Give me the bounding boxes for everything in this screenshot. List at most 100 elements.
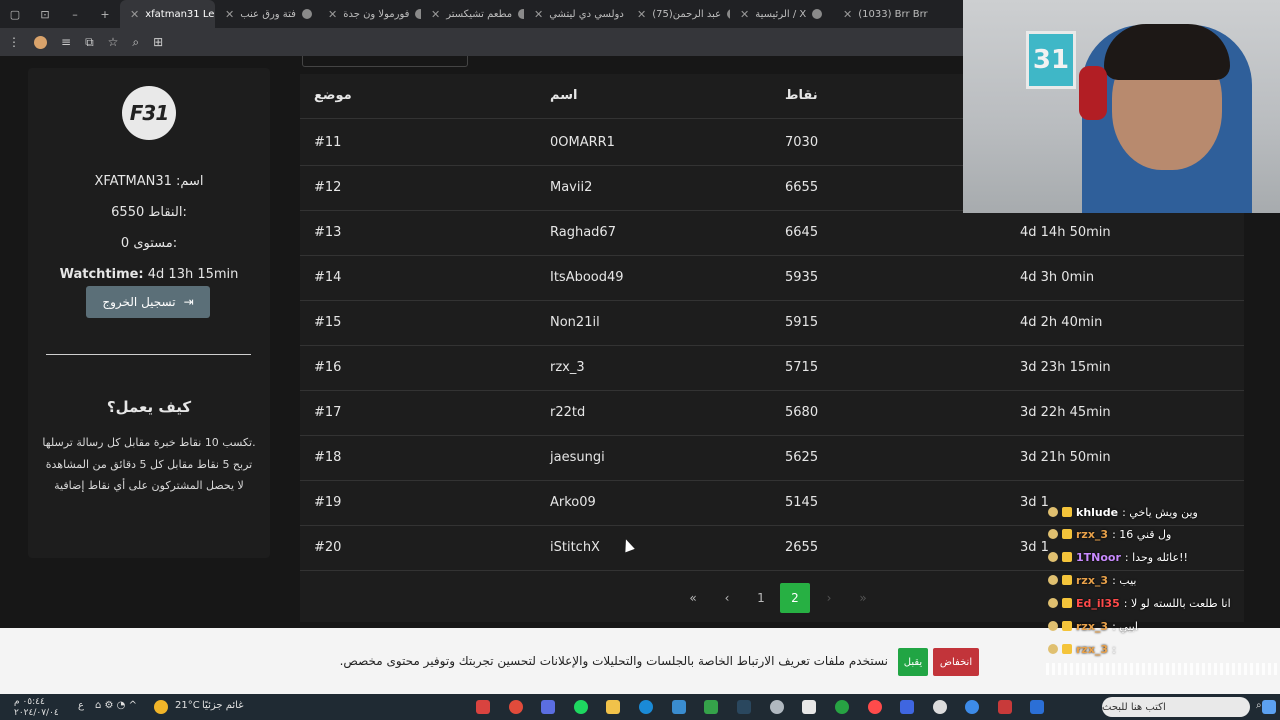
row-name: Arko09 [550,495,596,510]
close-tab-icon[interactable]: ✕ [740,8,749,21]
chrome-icon[interactable] [509,700,523,714]
cookie-accept-button[interactable]: يقبل [898,648,928,676]
new-tab-button[interactable]: + [90,8,120,21]
chat-badge-icon [1048,644,1058,654]
tab-7[interactable]: ✕ الرئيسية / X [730,0,833,28]
row-points: 2655 [785,540,819,555]
chat-text: : انا طلعت باللسته لو لا [1123,596,1231,610]
bookmark-star-icon[interactable]: ☆ [108,35,119,49]
next-page-button[interactable]: › [812,583,846,613]
spotify-icon[interactable] [574,700,588,714]
row-position: #19 [314,495,342,510]
row-time: 3d 23h 15min [1020,360,1111,375]
chat-message: rzx_3: 16 ول قني [1048,524,1171,544]
sub-badge-icon [1062,598,1072,608]
profile-points: 6550 النقاط: [111,205,187,220]
vscode-icon[interactable] [672,700,686,714]
weather-icon[interactable] [154,700,168,714]
sub-badge-icon [1062,575,1072,585]
how-line-2: تربح 5 نقاط مقابل كل 5 دقائق من المشاهدة [45,458,253,471]
row-name: r22td [550,405,586,420]
first-page-button[interactable]: « [676,583,710,613]
discord-icon[interactable] [541,700,555,714]
row-position: #17 [314,405,342,420]
chat-badge-icon [1048,529,1058,539]
start-icon[interactable] [1262,700,1276,714]
cookie-reduce-button[interactable]: انخفاض [933,648,979,676]
tab-8[interactable]: ✕ (1033) Brr Brr [833,0,936,28]
tab-favicon-icon [812,9,823,19]
weather-temp[interactable]: 21°C [175,700,200,711]
edge-icon[interactable] [639,700,653,714]
chat-badge-icon [1048,598,1058,608]
language-indicator[interactable]: ع [78,700,84,711]
chat-user: khlude [1076,505,1119,519]
row-name: ItsAbood49 [550,270,624,285]
store-icon[interactable] [802,700,816,714]
close-tab-icon[interactable]: ✕ [130,8,139,21]
chat-badge-icon [1048,621,1058,631]
tab-label: فورمولا ون جدة [343,8,410,20]
app-icon-5[interactable] [965,700,979,714]
translate-icon[interactable]: ⊞ [153,35,163,49]
steam-icon[interactable] [737,700,751,714]
sub-badge-icon [1062,552,1072,562]
row-name: 0OMARR1 [550,135,615,150]
zoom-icon[interactable]: ⌕ [132,35,139,50]
tab-6[interactable]: ✕ (75)عبد الرحمن [627,0,730,28]
close-tab-icon[interactable]: ✕ [534,8,543,21]
last-page-button[interactable]: » [846,583,880,613]
tab-3[interactable]: ✕ فورمولا ون جدة [318,0,421,28]
task-view-icon[interactable] [1030,700,1044,714]
close-tab-icon[interactable]: ✕ [843,8,852,21]
row-position: #13 [314,225,342,240]
tray-icons[interactable]: ⌂ ⚙ ◔ ^ [95,700,137,711]
close-tab-icon[interactable]: ✕ [431,8,440,21]
file-explorer-icon[interactable] [606,700,620,714]
page-1-button[interactable]: 1 [744,583,778,613]
close-tab-icon[interactable]: ✕ [225,8,234,21]
app-icon-2[interactable] [770,700,784,714]
tab-leaderboard[interactable]: ✕ xfatman31 Lea [120,0,215,28]
app-icon-6[interactable] [998,700,1012,714]
profile-sidebar: F31 XFATMAN31 :اسم 6550 النقاط: 0 مستوى:… [28,68,270,558]
window-menu-icon[interactable]: ▢ [0,8,30,21]
search-icon[interactable]: ⌕ [1256,700,1262,711]
minimize-icon[interactable]: – [60,8,90,21]
chat-message: Ed_il35: انا طلعت باللسته لو لا [1048,593,1231,613]
settings-icon[interactable] [933,700,947,714]
menu-dots-icon[interactable]: ⋮ [8,35,20,49]
page-2-button[interactable]: 2 [780,583,810,613]
taskbar-search-input[interactable]: اكتب هنا للبحث [1102,697,1250,717]
tab-4[interactable]: ✕ مطعم تشيكستر [421,0,524,28]
app-icon-3[interactable] [868,700,882,714]
chat-user: rzx_3 [1076,619,1109,633]
row-points: 6645 [785,225,819,240]
close-tab-icon[interactable]: ✕ [637,8,646,21]
weather-text[interactable]: غائم جزئيًا [202,700,243,711]
chat-message: rzx_3: بيب [1048,570,1136,590]
logout-button[interactable]: تسجيل الخروج ⇥ [86,286,210,318]
profile-name: XFATMAN31 :اسم [94,174,204,189]
taskbar-clock[interactable]: ٠٥:٤٤ م ٢٠٢٤/٠٧/٠٤ [14,697,59,719]
sub-badge-icon [1062,644,1072,654]
app-icon-1[interactable] [476,700,490,714]
table-row: #18 jaesungi 5625 3d 21h 50min [300,436,1244,481]
app-icon-4[interactable] [900,700,914,714]
extensions-icon[interactable]: ⧉ [85,35,94,50]
tab-label: xfatman31 Lea [145,8,215,20]
close-tab-icon[interactable]: ✕ [328,8,337,21]
profile-icon[interactable] [34,35,47,49]
tab-label: فتة ورق عنب [240,8,296,20]
row-points: 5915 [785,315,819,330]
prev-page-button[interactable]: ‹ [710,583,744,613]
tab-5[interactable]: ✕ دولسي دي ليتشي [524,0,627,28]
xbox-app-icon[interactable] [704,700,718,714]
reader-icon[interactable]: ≡ [61,35,71,49]
how-line-1: تكسب 10 نقاط خبرة مقابل كل رسالة ترسلها. [42,436,256,449]
row-position: #14 [314,270,342,285]
tab-search-icon[interactable]: ⊡ [30,8,60,21]
xbox-icon[interactable] [835,700,849,714]
tab-2[interactable]: ✕ فتة ورق عنب [215,0,318,28]
tab-label: مطعم تشيكستر [446,8,513,20]
